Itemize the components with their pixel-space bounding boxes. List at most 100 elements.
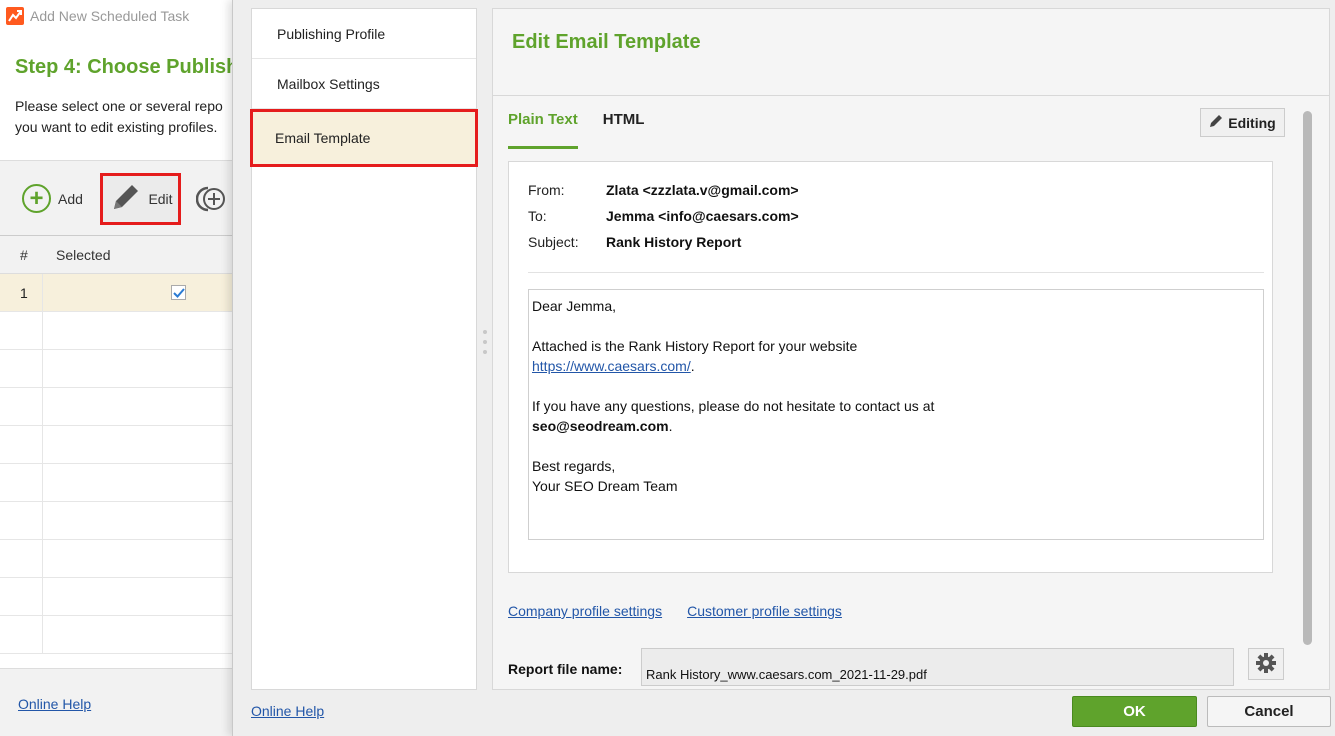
- table-row[interactable]: 1: [0, 274, 234, 312]
- online-help-link[interactable]: Online Help: [251, 703, 324, 719]
- add-button[interactable]: + Add: [22, 184, 83, 213]
- row-cell-empty: [43, 540, 234, 577]
- row-cell-empty: [43, 616, 234, 653]
- company-profile-settings-link[interactable]: Company profile settings: [508, 603, 662, 619]
- add-button-label: Add: [58, 190, 83, 207]
- row-number-empty: [0, 464, 43, 501]
- table-row-empty: [0, 502, 234, 540]
- customer-profile-settings-link[interactable]: Customer profile settings: [687, 603, 842, 619]
- email-template-panel: Edit Email Template Plain Text HTML Edit…: [492, 8, 1330, 690]
- format-tabs: Plain Text HTML: [508, 109, 669, 149]
- body-line1: Attached is the Rank History Report for …: [532, 338, 858, 354]
- row-number: 1: [0, 274, 43, 311]
- body-link-suffix: .: [690, 358, 695, 374]
- row-number-empty: [0, 540, 43, 577]
- body-blank-line: [532, 376, 1260, 396]
- row-number-empty: [0, 312, 43, 349]
- pencil-icon: [108, 181, 142, 218]
- scheduled-task-window: Add New Scheduled Task Step 4: Choose Pu…: [0, 0, 234, 736]
- step-title: Step 4: Choose Publish: [15, 56, 234, 78]
- report-settings-button[interactable]: [1248, 648, 1284, 680]
- gear-icon: [1255, 652, 1277, 677]
- from-value: Zlata <zzzlata.v@gmail.com>: [606, 182, 799, 198]
- more-actions-icon[interactable]: [196, 185, 230, 213]
- report-file-name-input[interactable]: [641, 648, 1234, 686]
- column-header-num: #: [20, 246, 28, 263]
- email-preview: From: Zlata <zzzlata.v@gmail.com> To: Je…: [508, 161, 1273, 573]
- report-file-label: Report file name:: [508, 661, 623, 677]
- body-link-line: https://www.caesars.com/.: [532, 356, 1260, 376]
- profile-links: Company profile settings Customer profil…: [508, 603, 867, 619]
- row-selected-cell: [43, 274, 234, 311]
- window-title: Add New Scheduled Task: [30, 8, 190, 24]
- table-row-empty: [0, 426, 234, 464]
- editing-button[interactable]: Editing: [1200, 108, 1285, 137]
- row-number-empty: [0, 616, 43, 653]
- table-row-empty: [0, 312, 234, 350]
- table-row-empty: [0, 616, 234, 654]
- vertical-scrollbar[interactable]: [1303, 111, 1312, 645]
- row-number-empty: [0, 502, 43, 539]
- row-cell-empty: [43, 578, 234, 615]
- table-row-empty: [0, 388, 234, 426]
- nav-item-mailbox-settings[interactable]: Mailbox Settings: [252, 59, 476, 109]
- table-row-empty: [0, 464, 234, 502]
- app-logo-icon: [6, 7, 24, 25]
- body-contact-suffix: .: [668, 418, 673, 434]
- row-number-empty: [0, 426, 43, 463]
- row-cell-empty: [43, 502, 234, 539]
- page-title: Edit Email Template: [512, 31, 701, 53]
- profiles-toolbar: + Add Edit: [0, 160, 234, 236]
- panel-header: Edit Email Template: [493, 9, 1329, 96]
- subject-row: Subject: Rank History Report: [528, 234, 741, 250]
- body-blank-line: [532, 316, 1260, 336]
- report-file-row: Report file name:: [508, 645, 1288, 686]
- contact-email: seo@seodream.com: [532, 418, 669, 434]
- email-body-editor[interactable]: Dear Jemma, Attached is the Rank History…: [528, 289, 1264, 540]
- row-number-empty: [0, 388, 43, 425]
- nav-item-publishing-profile[interactable]: Publishing Profile: [252, 9, 476, 59]
- step-description: Please select one or several repo you wa…: [15, 96, 234, 138]
- table-row-empty: [0, 350, 234, 388]
- table-row-empty: [0, 540, 234, 578]
- panel-content: Plain Text HTML Editing From: Zlata <zzz…: [493, 97, 1329, 689]
- to-row: To: Jemma <info@caesars.com>: [528, 208, 799, 224]
- pencil-icon: [1209, 114, 1223, 131]
- edit-profile-dialog: Publishing Profile Mailbox Settings Emai…: [232, 0, 1335, 736]
- to-value: Jemma <info@caesars.com>: [606, 208, 799, 224]
- row-cell-empty: [43, 350, 234, 387]
- window-titlebar: Add New Scheduled Task: [0, 0, 234, 32]
- tab-html[interactable]: HTML: [603, 109, 645, 149]
- background-footer: Online Help: [0, 668, 234, 736]
- step-description-line1: Please select one or several repo: [15, 98, 223, 114]
- row-cell-empty: [43, 426, 234, 463]
- column-header-selected: Selected: [56, 246, 111, 263]
- settings-nav: Publishing Profile Mailbox Settings Emai…: [250, 8, 478, 690]
- splitter-handle[interactable]: [483, 330, 487, 354]
- editing-button-label: Editing: [1228, 114, 1276, 131]
- divider: [528, 272, 1264, 273]
- body-blank-line: [532, 436, 1260, 456]
- row-cell-empty: [43, 464, 234, 501]
- tab-plain-text[interactable]: Plain Text: [508, 109, 578, 149]
- from-row: From: Zlata <zzzlata.v@gmail.com>: [528, 182, 799, 198]
- row-cell-empty: [43, 312, 234, 349]
- edit-button-label: Edit: [148, 191, 173, 207]
- website-link[interactable]: https://www.caesars.com/: [532, 358, 691, 374]
- body-greeting: Dear Jemma,: [532, 298, 617, 314]
- ok-button[interactable]: OK: [1072, 696, 1197, 727]
- from-label: From:: [528, 182, 565, 198]
- table-row-empty: [0, 578, 234, 616]
- to-label: To:: [528, 208, 547, 224]
- row-number-empty: [0, 578, 43, 615]
- nav-item-email-template[interactable]: Email Template: [250, 109, 478, 167]
- online-help-link[interactable]: Online Help: [18, 696, 91, 712]
- body-regards: Best regards,: [532, 458, 616, 474]
- edit-button[interactable]: Edit: [100, 173, 181, 225]
- body-line2: If you have any questions, please do not…: [532, 398, 935, 414]
- body-signature: Your SEO Dream Team: [532, 478, 678, 494]
- cancel-button[interactable]: Cancel: [1207, 696, 1331, 727]
- row-number-empty: [0, 350, 43, 387]
- row-checkbox[interactable]: [171, 285, 186, 300]
- plus-circle-icon: +: [22, 184, 51, 213]
